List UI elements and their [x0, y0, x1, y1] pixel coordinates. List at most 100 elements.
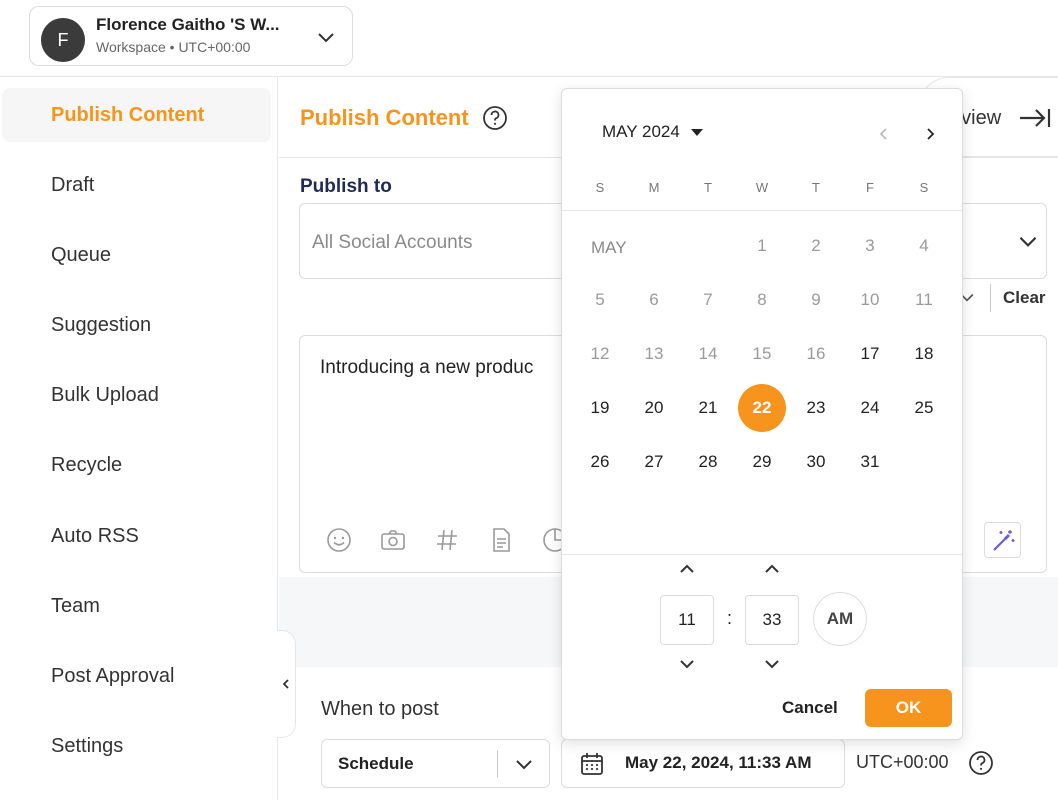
help-icon[interactable]	[968, 750, 994, 776]
calendar-day[interactable]: 17	[846, 330, 894, 378]
hashtag-icon[interactable]	[433, 526, 461, 554]
calendar-day: 7	[703, 290, 713, 309]
caret-down-icon	[690, 129, 703, 136]
sidebar-item-label: Queue	[51, 243, 112, 266]
chevron-left-icon	[282, 679, 289, 689]
weekday-label: T	[812, 180, 820, 195]
sidebar-item-post-approval[interactable]: Post Approval	[2, 649, 271, 703]
sidebar-item-suggestion[interactable]: Suggestion	[2, 298, 271, 352]
chevron-down-icon	[318, 33, 334, 43]
document-icon[interactable]	[487, 526, 515, 554]
calendar-day[interactable]: 28	[684, 438, 732, 486]
sidebar-item-bulk-upload[interactable]: Bulk Upload	[2, 368, 271, 422]
top-bar: F Florence Gaitho 'S W... Workspace • UT…	[0, 0, 1058, 77]
date-picker: MAY 2024 SMTWTFS MAY 1 2 3 4 5 6 7 8 9 10 11 12 13 14…	[561, 88, 963, 740]
sidebar-item-label: Suggestion	[51, 313, 152, 336]
sidebar-item-auto-rss[interactable]: Auto RSS	[2, 509, 271, 563]
calendar-day[interactable]: 19	[576, 384, 624, 432]
schedule-datetime-value: May 22, 2024, 11:33 AM	[625, 753, 812, 772]
help-icon[interactable]	[482, 105, 508, 131]
sidebar-item-team[interactable]: Team	[2, 579, 271, 633]
sidebar-item-label: Auto RSS	[51, 524, 139, 547]
workspace-name: Florence Gaitho 'S W...	[96, 15, 280, 34]
time-separator: :	[727, 608, 733, 628]
calendar-day: 14	[698, 344, 718, 363]
workspace-subtitle: Workspace • UTC+00:00	[96, 39, 251, 55]
calendar-day[interactable]: 21	[684, 384, 732, 432]
month-year-label: MAY 2024	[602, 122, 680, 141]
calendar-icon	[581, 753, 603, 775]
minute-up-icon[interactable]	[760, 557, 784, 581]
calendar-day: 9	[811, 290, 821, 309]
schedule-datetime-field[interactable]: May 22, 2024, 11:33 AM	[561, 739, 845, 788]
calendar-day[interactable]: 24	[846, 384, 894, 432]
ai-assist-button[interactable]	[984, 522, 1021, 558]
divider	[990, 284, 991, 312]
calendar-day: 10	[860, 290, 880, 309]
cancel-button[interactable]: Cancel	[782, 698, 838, 718]
divider	[497, 750, 498, 778]
emoji-icon[interactable]	[325, 526, 353, 554]
camera-icon[interactable]	[379, 526, 407, 554]
calendar-day: 13	[644, 344, 664, 363]
collapse-right-icon	[1020, 109, 1051, 127]
sidebar-item-label: Recycle	[51, 453, 123, 476]
social-accounts-placeholder: All Social Accounts	[312, 232, 473, 253]
hour-input[interactable]: 11	[660, 595, 714, 645]
calendar-day: 3	[865, 236, 875, 255]
hour-down-icon[interactable]	[675, 652, 699, 676]
calendar-day-selected[interactable]: 22	[738, 384, 786, 432]
sidebar-item-queue[interactable]: Queue	[2, 228, 271, 282]
sidebar-item-label: Post Approval	[51, 664, 175, 687]
weekday-label: F	[866, 180, 874, 195]
magic-wand-icon	[993, 530, 1015, 551]
calendar-day: 5	[595, 290, 605, 309]
clear-button[interactable]: Clear	[1003, 288, 1046, 308]
calendar-day[interactable]: 20	[630, 384, 678, 432]
month-tag: MAY	[591, 238, 627, 257]
chevron-left-icon[interactable]	[874, 124, 894, 144]
sidebar-item-label: Bulk Upload	[51, 383, 159, 406]
calendar-day[interactable]: 29	[738, 438, 786, 486]
hour-up-icon[interactable]	[675, 557, 699, 581]
weekday-label: T	[704, 180, 712, 195]
sidebar-item-recycle[interactable]: Recycle	[2, 438, 271, 492]
calendar-day: 15	[752, 344, 772, 363]
calendar-day[interactable]: 27	[630, 438, 678, 486]
workspace-switcher[interactable]: F Florence Gaitho 'S W... Workspace • UT…	[29, 6, 353, 66]
avatar: F	[41, 18, 85, 62]
calendar-day: 4	[919, 236, 929, 255]
chevron-down-icon	[1019, 236, 1037, 247]
page-title: Publish Content	[300, 105, 469, 130]
minute-input[interactable]: 33	[745, 595, 799, 645]
publish-to-label: Publish to	[300, 176, 392, 197]
sidebar-item-publish-content[interactable]: Publish Content	[2, 88, 271, 142]
calendar-day[interactable]: 31	[846, 438, 894, 486]
calendar-day: 6	[649, 290, 659, 309]
sidebar-item-label: Draft	[51, 173, 95, 196]
calendar-day: 2	[811, 236, 821, 255]
sidebar-collapse-button[interactable]	[277, 630, 296, 738]
calendar-day[interactable]: 23	[792, 384, 840, 432]
weekday-label: S	[595, 180, 605, 195]
calendar-day: 8	[757, 290, 767, 309]
sidebar-item-label: Team	[51, 594, 100, 617]
sidebar-item-settings[interactable]: Settings	[2, 719, 271, 773]
calendar-day[interactable]: 25	[900, 384, 948, 432]
month-year-select[interactable]: MAY 2024	[602, 122, 704, 142]
calendar-day[interactable]: 18	[900, 330, 948, 378]
schedule-mode-select[interactable]: Schedule	[321, 739, 550, 788]
am-pm-toggle[interactable]: AM	[813, 592, 867, 646]
sidebar-item-draft[interactable]: Draft	[2, 158, 271, 212]
divider	[562, 554, 962, 555]
chevron-right-icon[interactable]	[920, 124, 940, 144]
calendar-day[interactable]: 30	[792, 438, 840, 486]
post-text[interactable]: Introducing a new produc	[320, 357, 533, 379]
calendar-day: 12	[590, 344, 610, 363]
calendar-day: 1	[757, 236, 767, 255]
minute-down-icon[interactable]	[760, 652, 784, 676]
calendar-day[interactable]: 26	[576, 438, 624, 486]
when-to-post-label: When to post	[321, 698, 439, 720]
calendar-day: 16	[806, 344, 826, 363]
ok-button[interactable]: OK	[865, 689, 952, 727]
